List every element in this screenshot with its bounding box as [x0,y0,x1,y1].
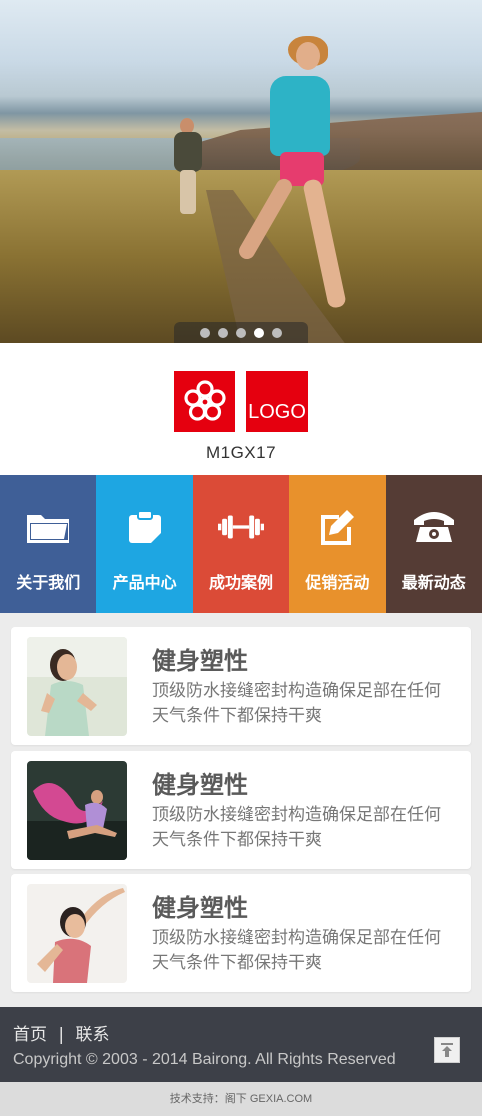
logo-text: LOGO [248,401,306,423]
list-item[interactable]: 健身塑性 顶级防水接缝密封构造确保足部在任何天气条件下都保持干爽 [11,751,471,869]
footer-separator: | [58,1025,65,1045]
nav-label: 产品中心 [112,573,177,592]
male-runner-figure [168,118,208,218]
back-to-top-button[interactable] [434,1037,460,1063]
slide-indicator [174,322,308,343]
card-title: 健身塑性 [152,647,248,675]
phone-icon [411,507,457,547]
main-nav: 关于我们 产品中心 成功案例 促销活动 最新动态 [0,475,482,613]
nav-label: 关于我们 [16,573,81,592]
folder-icon [25,507,71,547]
nav-tile-cases[interactable]: 成功案例 [192,475,290,613]
footer: 首页 | 联系 Copyright © 2003 - 2014 Bairong.… [0,1007,482,1082]
slide-dot-1[interactable] [200,327,210,338]
site-name: M1GX17 [205,443,277,462]
card-title: 健身塑性 [152,894,248,922]
dumbbell-icon [217,507,264,547]
footer-contact-link[interactable]: 联系 [76,1025,110,1045]
logo-section: LOGO M1GX17 [0,343,482,475]
nav-label: 成功案例 [208,573,273,592]
slide-dot-2[interactable] [218,327,228,338]
yoga-woman-image [27,637,127,736]
card-description: 顶级防水接缝密封构造确保足部在任何天气条件下都保持干爽 [152,681,441,726]
female-runner-figure [236,30,360,330]
stretching-woman-image [27,884,127,983]
dancer-pink-silk-image [27,761,127,860]
arrow-up-icon [441,1043,453,1057]
tech-support-bar: 技术支持：阁下 GEXIA.COM [0,1082,482,1116]
slide-dot-3[interactable] [236,327,246,338]
nav-tile-about[interactable]: 关于我们 [0,475,97,613]
nav-label: 最新动态 [401,573,466,592]
slide-dot-5[interactable] [272,327,282,338]
clipboard-icon [122,507,168,547]
nav-label: 促销活动 [305,573,370,592]
list-item[interactable]: 健身塑性 顶级防水接缝密封构造确保足部在任何天气条件下都保持干爽 [11,627,471,745]
slide-dot-4[interactable] [254,327,264,338]
footer-links: 首页 | 联系 [13,1020,110,1045]
footer-home-link[interactable]: 首页 [13,1025,47,1045]
list-item[interactable]: 健身塑性 顶级防水接缝密封构造确保足部在任何天气条件下都保持干爽 [11,874,471,992]
edit-icon [314,507,360,547]
nav-tile-products[interactable]: 产品中心 [96,475,193,613]
card-description: 顶级防水接缝密封构造确保足部在任何天气条件下都保持干爽 [152,928,441,973]
nav-tile-news[interactable]: 最新动态 [385,475,482,613]
flower-logo-icon[interactable] [174,371,235,432]
logo-text-box[interactable]: LOGO [246,371,308,432]
copyright-text: Copyright © 2003 - 2014 Bairong. All Rig… [13,1051,396,1068]
hero-banner[interactable] [0,0,482,343]
card-title: 健身塑性 [152,771,248,799]
nav-tile-promotions[interactable]: 促销活动 [289,475,386,613]
card-description: 顶级防水接缝密封构造确保足部在任何天气条件下都保持干爽 [152,805,441,850]
